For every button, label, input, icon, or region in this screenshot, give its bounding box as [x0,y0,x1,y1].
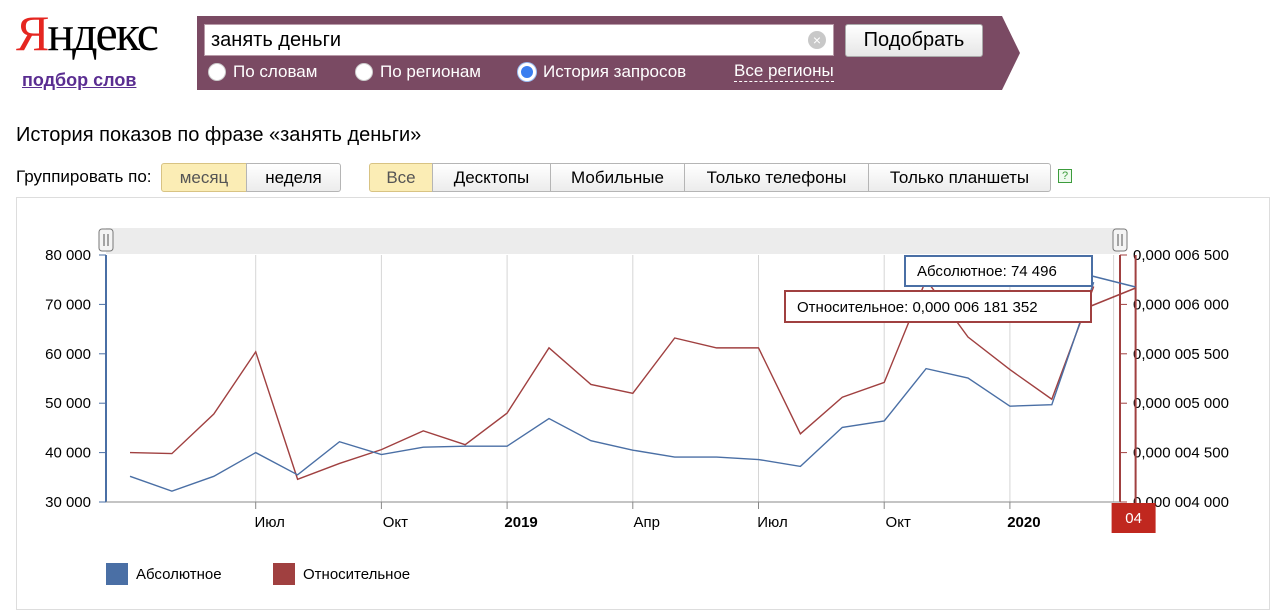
current-marker-label: 04 [1125,510,1142,527]
legend-absolute[interactable]: Абсолютное [106,563,222,585]
legend-relative[interactable]: Относительное [273,563,410,585]
x-tick-label: Июл [254,514,284,531]
x-tick-label: Июл [757,514,787,531]
x-tick-label: Апр [634,514,660,531]
range-handle-right[interactable] [1112,228,1128,252]
tooltip-relative: Относительное: 0,000 006 181 352 [797,299,1038,316]
y-left-tick-label: 70 000 [45,296,91,313]
y-right-tick-label: 0,000 004 500 [1133,445,1229,462]
legend-swatch-absolute [106,563,128,585]
y-left-tick-label: 40 000 [45,445,91,462]
x-tick-label: Окт [383,514,408,531]
y-left-tick-label: 80 000 [45,247,91,264]
y-left-tick-label: 60 000 [45,346,91,363]
y-right-tick-label: 0,000 005 000 [1133,395,1229,412]
range-navigator [106,228,1120,254]
y-left-tick-label: 30 000 [45,494,91,511]
y-left-tick-label: 50 000 [45,395,91,412]
range-handle-left[interactable] [98,228,114,252]
x-tick-label: 2020 [1007,514,1040,531]
x-tick-label: 2019 [504,514,537,531]
legend-swatch-relative [273,563,295,585]
history-chart: Июл Окт 2019 Апр Июл Окт 2020 30 000 40 000 50 00… [45,228,1229,533]
y-right-tick-label: 0,000 006 500 [1133,247,1229,264]
tooltip-absolute: Абсолютное: 74 496 [917,263,1057,280]
y-right-tick-label: 0,000 005 500 [1133,346,1229,363]
x-tick-label: Окт [886,514,911,531]
y-right-tick-label: 0,000 006 000 [1133,296,1229,313]
